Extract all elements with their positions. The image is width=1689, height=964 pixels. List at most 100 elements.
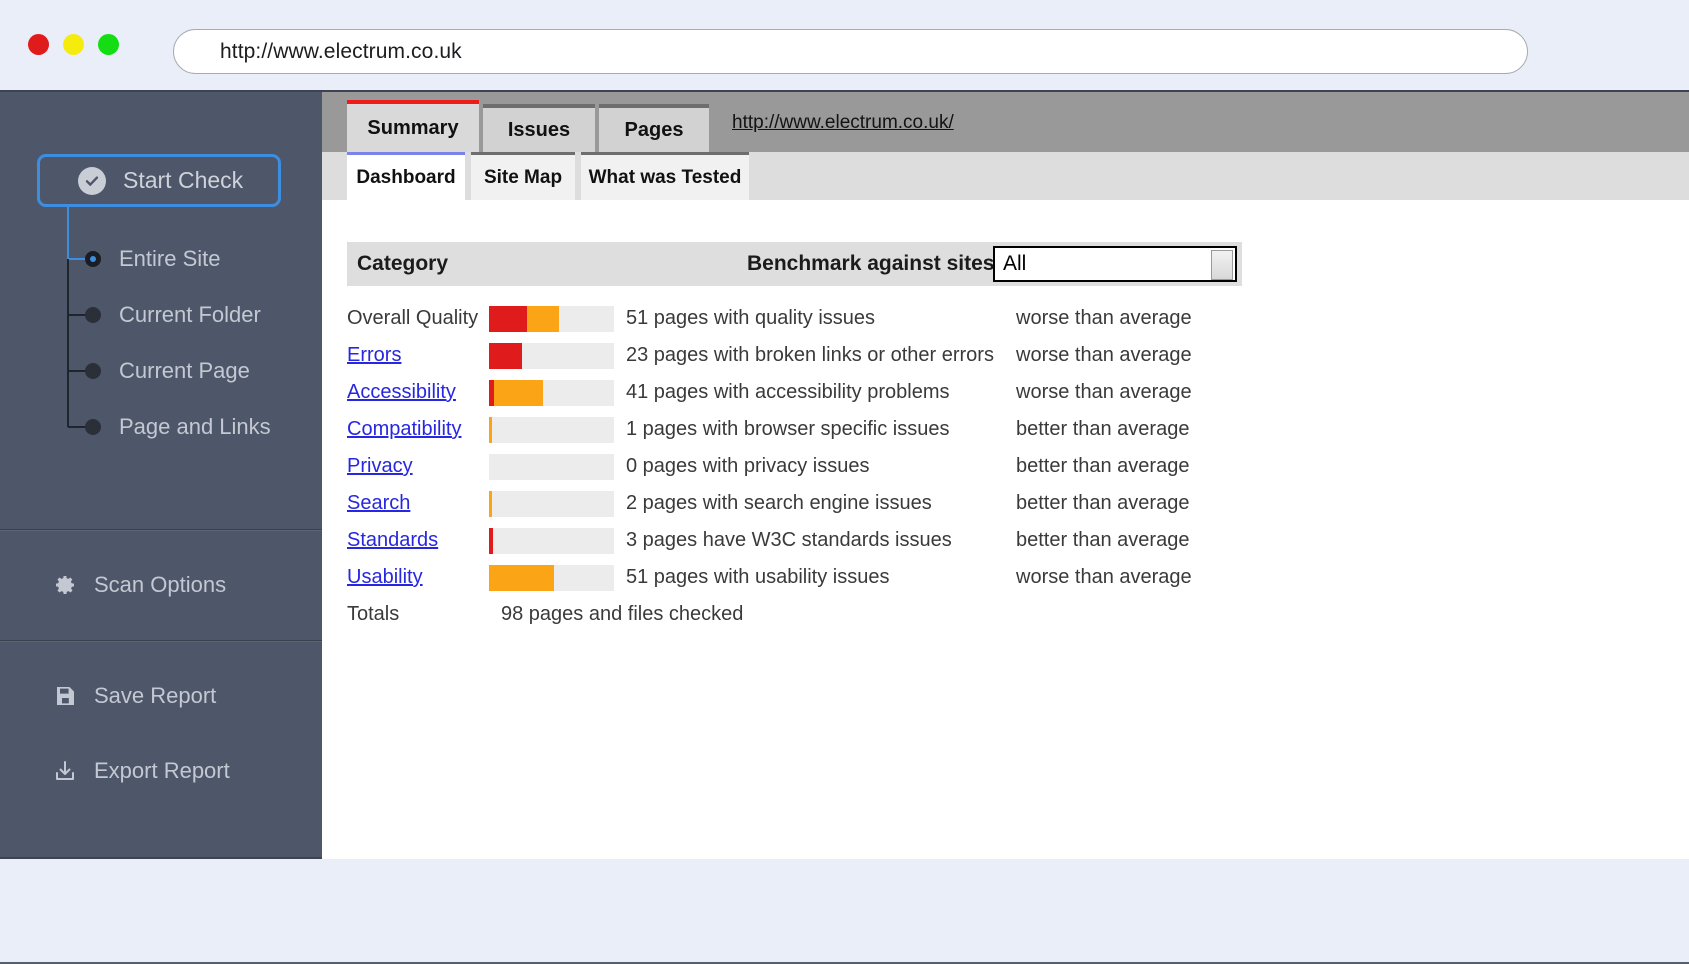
bar-segment-orange	[489, 564, 554, 591]
category-standards-link[interactable]: Standards	[347, 529, 489, 552]
start-check-label: Start Check	[123, 167, 244, 193]
start-check-button[interactable]: Start Check	[37, 154, 281, 207]
row-benchmark: better than average	[1016, 418, 1190, 440]
sidebar-item-label: Save Report	[94, 683, 217, 708]
issue-bar	[489, 342, 614, 369]
chevron-down-icon[interactable]	[1211, 250, 1233, 280]
benchmark-select-value: All	[1003, 252, 1027, 275]
sidebar-item-entire-site[interactable]: Entire Site	[85, 244, 221, 274]
radio-dot-icon	[85, 251, 101, 267]
tab-label: Summary	[367, 116, 459, 139]
row-description: 23 pages with broken links or other erro…	[626, 344, 994, 366]
tab-dashboard[interactable]: Dashboard	[347, 152, 465, 200]
tab-what-was-tested[interactable]: What was Tested	[581, 152, 749, 200]
address-bar[interactable]: http://www.electrum.co.uk	[173, 29, 1528, 74]
sidebar-item-save-report[interactable]: Save Report	[52, 679, 216, 713]
scan-scope-tree: Entire Site Current Folder Current Page …	[0, 207, 322, 457]
issue-bar	[489, 527, 614, 554]
category-accessibility-link[interactable]: Accessibility	[347, 381, 489, 404]
floppy-disk-icon	[52, 683, 78, 709]
tab-summary[interactable]: Summary	[347, 100, 479, 152]
category-search-link[interactable]: Search	[347, 492, 489, 515]
dashboard-panel: Category Benchmark against sites All Ove…	[322, 200, 1689, 861]
category-errors-link[interactable]: Errors	[347, 344, 489, 367]
sidebar-item-label: Export Report	[94, 758, 230, 783]
table-row: Usability 51 pages with usability issues w…	[347, 559, 1447, 596]
table-row: Search 2 pages with search engine issues b…	[347, 485, 1447, 522]
row-benchmark: worse than average	[1016, 566, 1192, 588]
issue-bar	[489, 416, 614, 443]
sidebar-item-label: Current Page	[119, 358, 250, 383]
row-description: 2 pages with search engine issues	[626, 492, 932, 514]
gear-icon	[52, 572, 78, 598]
sidebar-item-label: Entire Site	[119, 246, 221, 271]
secondary-tabstrip: Dashboard Site Map What was Tested	[322, 152, 1689, 200]
primary-tabstrip: Summary Issues Pages http://www.electrum…	[322, 92, 1689, 152]
issue-bar	[489, 564, 614, 591]
row-description: 1 pages with browser specific issues	[626, 418, 950, 440]
category-compatibility-link[interactable]: Compatibility	[347, 418, 489, 441]
issue-bar	[489, 305, 614, 332]
window-footer	[0, 859, 1689, 964]
tab-site-map[interactable]: Site Map	[471, 152, 575, 200]
table-row: Privacy 0 pages with privacy issues better…	[347, 448, 1447, 485]
sidebar-item-current-folder[interactable]: Current Folder	[85, 300, 261, 330]
table-row: Accessibility 41 pages with accessibility…	[347, 374, 1447, 411]
close-window-button[interactable]	[28, 34, 49, 55]
main-content: Summary Issues Pages http://www.electrum…	[322, 90, 1689, 861]
sidebar-report-section: Save Report Export Report	[0, 641, 322, 860]
row-description: 51 pages with quality issues	[626, 307, 876, 329]
sidebar-options-section: Scan Options	[0, 530, 322, 640]
table-row-totals: Totals 98 pages and files checked	[347, 596, 1447, 633]
sidebar-item-scan-options[interactable]: Scan Options	[52, 568, 226, 602]
maximize-window-button[interactable]	[98, 34, 119, 55]
row-benchmark: worse than average	[1016, 344, 1192, 366]
row-benchmark: worse than average	[1016, 381, 1192, 403]
tab-pages[interactable]: Pages	[599, 104, 709, 152]
sidebar-item-export-report[interactable]: Export Report	[52, 754, 230, 788]
bar-segment-orange	[494, 379, 543, 406]
tab-issues[interactable]: Issues	[483, 104, 595, 152]
issue-bar	[489, 379, 614, 406]
category-usability-link[interactable]: Usability	[347, 566, 489, 589]
scanned-site-url-link[interactable]: http://www.electrum.co.uk/	[732, 112, 954, 134]
row-description: 3 pages have W3C standards issues	[626, 529, 952, 551]
bar-segment-red	[489, 305, 527, 332]
row-description: 0 pages with privacy issues	[626, 455, 870, 477]
table-row: Compatibility 1 pages with browser specif…	[347, 411, 1447, 448]
issue-bar	[489, 453, 614, 480]
row-benchmark: better than average	[1016, 492, 1190, 514]
sidebar-item-label: Page and Links	[119, 414, 271, 439]
app-window: Start Check Entire Site Current Folder C…	[0, 90, 1689, 861]
sidebar-item-page-and-links[interactable]: Page and Links	[85, 412, 271, 442]
table-row: Standards 3 pages have W3C standards issu…	[347, 522, 1447, 559]
benchmark-select[interactable]: All	[993, 246, 1237, 282]
window-traffic-lights	[28, 34, 119, 55]
browser-chrome: http://www.electrum.co.uk	[0, 0, 1689, 95]
radio-dot-icon	[85, 307, 101, 323]
table-row: Overall Quality 51 pages with quality iss…	[347, 300, 1447, 337]
column-header-category: Category	[357, 252, 449, 275]
row-description: 41 pages with accessibility problems	[626, 381, 950, 403]
bar-segment-red	[489, 527, 493, 554]
category-privacy-link[interactable]: Privacy	[347, 455, 489, 478]
tab-label: Site Map	[483, 166, 563, 188]
issue-bar	[489, 490, 614, 517]
sidebar-item-label: Scan Options	[94, 572, 227, 597]
totals-description: 98 pages and files checked	[501, 603, 744, 625]
dashboard-table-header: Category Benchmark against sites All	[347, 242, 1242, 286]
sidebar-scan-section: Start Check Entire Site Current Folder C…	[0, 92, 322, 529]
row-description: 51 pages with usability issues	[626, 566, 890, 588]
radio-dot-icon	[85, 419, 101, 435]
tab-label: Dashboard	[356, 166, 456, 188]
tab-label: What was Tested	[588, 166, 742, 188]
table-row: Errors 23 pages with broken links or othe…	[347, 337, 1447, 374]
benchmark-label: Benchmark against sites	[747, 252, 995, 275]
row-benchmark: better than average	[1016, 455, 1190, 477]
radio-dot-icon	[85, 363, 101, 379]
minimize-window-button[interactable]	[63, 34, 84, 55]
bar-segment-orange	[489, 416, 493, 443]
sidebar-item-current-page[interactable]: Current Page	[85, 356, 250, 386]
bar-segment-orange	[526, 305, 559, 332]
check-circle-icon	[78, 166, 106, 195]
